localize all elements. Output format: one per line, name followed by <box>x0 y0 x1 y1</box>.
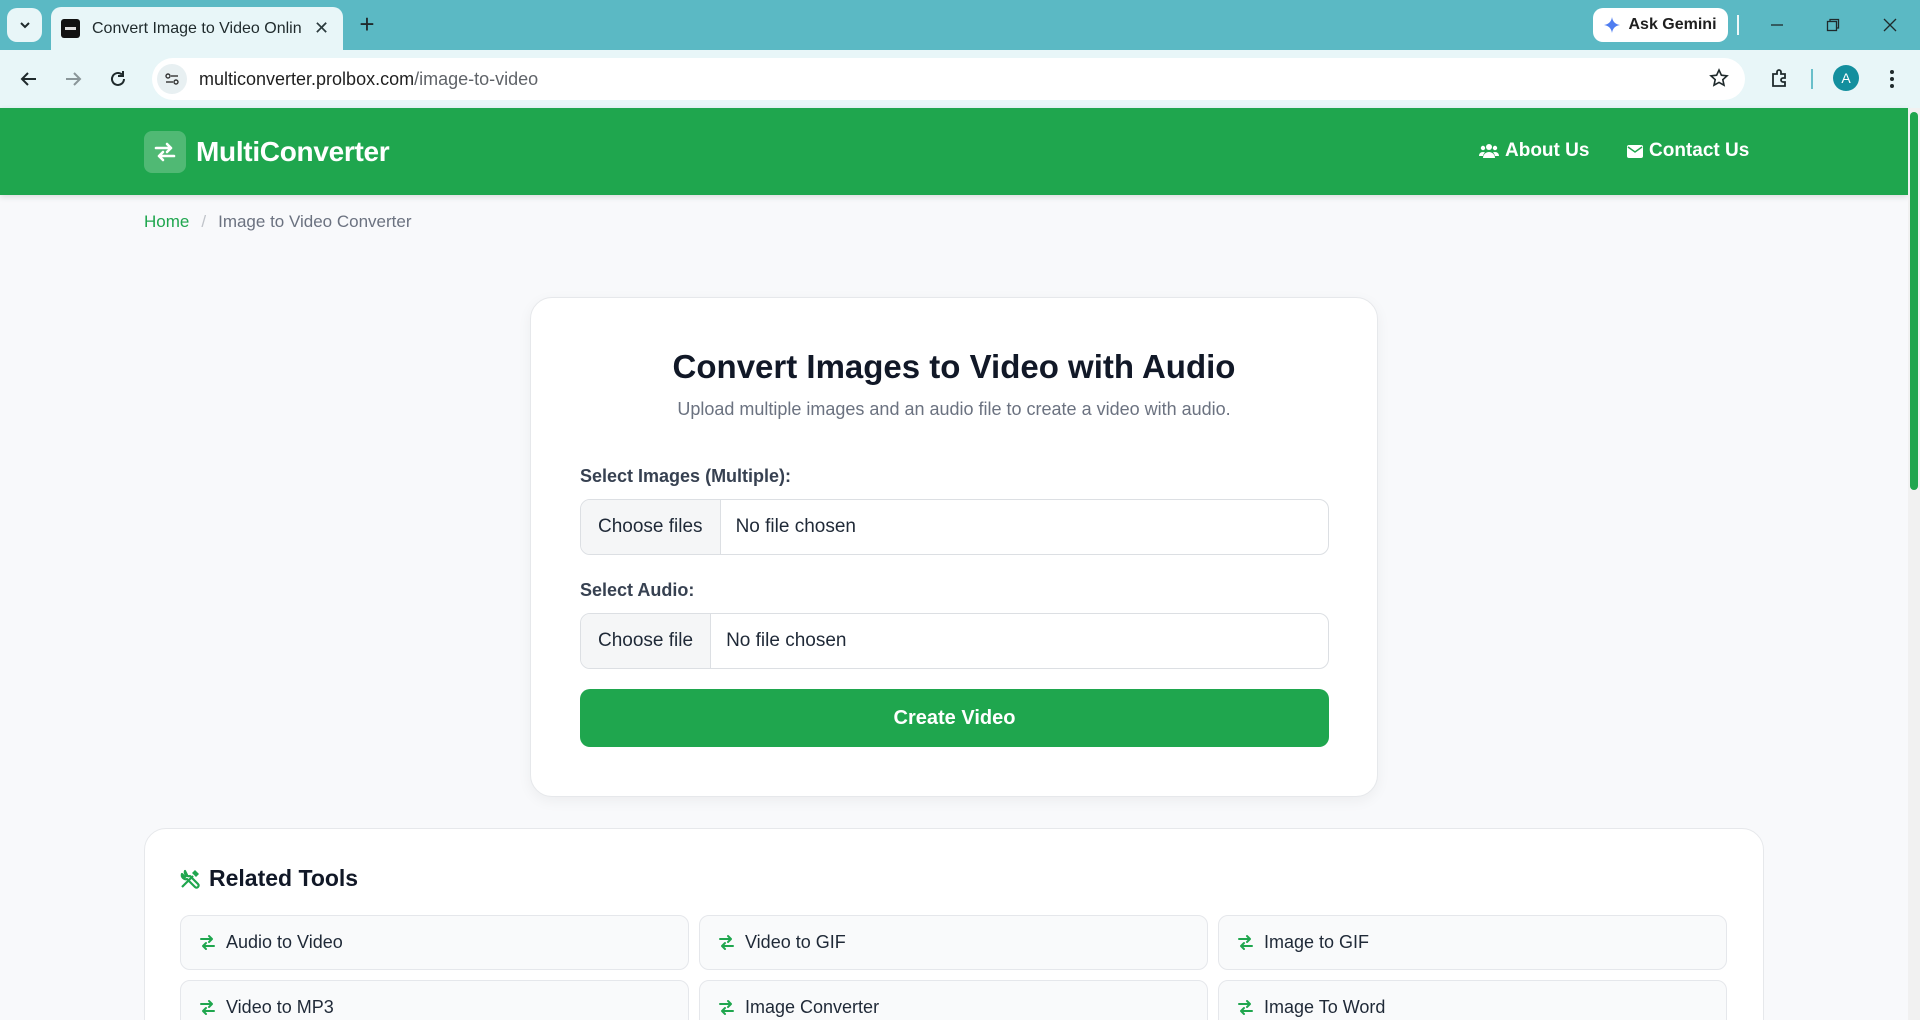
url-path: /image-to-video <box>414 68 539 89</box>
reload-icon <box>111 71 125 86</box>
kebab-menu-icon <box>1890 70 1894 88</box>
close-icon[interactable]: ✕ <box>314 18 329 39</box>
address-bar[interactable]: multiconverter.prolbox.com/image-to-vide… <box>152 58 1745 100</box>
swap-arrows-icon <box>200 1000 215 1015</box>
tool-video-to-mp3[interactable]: Video to MP3 <box>180 980 689 1020</box>
audio-file-input[interactable]: Choose file No file chosen <box>580 613 1329 669</box>
create-video-button[interactable]: Create Video <box>580 689 1329 747</box>
new-tab-button[interactable]: + <box>352 10 382 40</box>
site-logo[interactable]: MultiConverter <box>144 131 390 173</box>
site-header: MultiConverter About Us Contact Us <box>0 108 1908 195</box>
images-field-label: Select Images (Multiple): <box>580 466 792 486</box>
tool-image-to-word[interactable]: Image To Word <box>1218 980 1727 1020</box>
about-us-label: About Us <box>1505 140 1590 161</box>
breadcrumb-current: Image to Video Converter <box>218 212 412 231</box>
converter-subtitle: Upload multiple images and an audio file… <box>677 399 1231 419</box>
breadcrumb-home-link[interactable]: Home <box>144 212 189 232</box>
related-tools-heading: Related Tools <box>179 865 358 892</box>
converter-card: Convert Images to Video with Audio Uploa… <box>530 297 1378 797</box>
logo-text: MultiConverter <box>196 136 390 167</box>
choose-audio-button[interactable]: Choose file <box>581 614 712 668</box>
swap-arrows-icon <box>144 131 186 173</box>
tool-audio-to-video[interactable]: Audio to Video <box>180 915 689 970</box>
browser-menu-button[interactable] <box>1874 61 1910 97</box>
restore-button[interactable] <box>1813 8 1853 42</box>
related-tools-title: Related Tools <box>209 865 359 891</box>
about-us-link[interactable]: About Us <box>1479 140 1589 162</box>
swap-arrows-icon <box>1238 935 1253 950</box>
bookmark-star-icon[interactable] <box>1709 68 1729 93</box>
page-scrollbar-thumb[interactable] <box>1910 112 1918 490</box>
images-file-input[interactable]: Choose files No file chosen <box>580 499 1329 555</box>
choose-images-button[interactable]: Choose files <box>581 500 721 554</box>
close-window-icon <box>1883 18 1897 32</box>
swap-arrows-icon <box>719 1000 734 1015</box>
envelope-icon <box>1627 144 1643 158</box>
arrow-left-icon <box>20 72 36 86</box>
tool-label: Image Converter <box>745 997 880 1017</box>
related-tools-section: Related Tools Audio to Video Video to GI… <box>144 828 1764 1020</box>
minimize-button[interactable] <box>1757 8 1797 42</box>
chevron-down-icon <box>19 22 30 29</box>
toolbar-divider <box>1737 15 1739 35</box>
users-icon <box>1479 144 1499 158</box>
extensions-button[interactable] <box>1762 61 1798 97</box>
tab-title: Convert Image to Video Online <box>92 19 302 37</box>
arrow-right-icon <box>66 72 82 86</box>
url-text: multiconverter.prolbox.com/image-to-vide… <box>199 69 538 90</box>
tab-search-button[interactable] <box>7 8 42 42</box>
tool-image-converter[interactable]: Image Converter <box>699 980 1208 1020</box>
reload-button[interactable] <box>100 61 136 97</box>
forward-button[interactable] <box>55 61 91 97</box>
contact-us-link[interactable]: Contact Us <box>1627 140 1749 162</box>
profile-avatar[interactable]: A <box>1833 65 1859 91</box>
restore-icon <box>1826 18 1840 32</box>
tool-label: Video to GIF <box>745 932 846 952</box>
swap-arrows-icon <box>200 935 215 950</box>
tool-label: Image To Word <box>1264 997 1386 1017</box>
site-info-icon[interactable] <box>157 64 187 94</box>
tool-image-to-gif[interactable]: Image to GIF <box>1218 915 1727 970</box>
url-host: multiconverter.prolbox.com <box>199 68 415 89</box>
site-favicon-icon <box>61 19 80 38</box>
puzzle-icon <box>1772 69 1786 87</box>
ask-gemini-button[interactable]: Ask Gemini <box>1593 8 1728 42</box>
tool-video-to-gif[interactable]: Video to GIF <box>699 915 1208 970</box>
minimize-icon <box>1771 24 1783 26</box>
audio-field-label: Select Audio: <box>580 580 695 600</box>
converter-title: Convert Images to Video with Audio <box>672 348 1236 385</box>
back-button[interactable] <box>11 61 47 97</box>
breadcrumb-separator: / <box>201 212 207 231</box>
swap-arrows-icon <box>719 935 734 950</box>
ask-gemini-label: Ask Gemini <box>1628 16 1717 33</box>
tool-label: Image to GIF <box>1264 932 1370 952</box>
swap-arrows-icon <box>1238 1000 1253 1015</box>
breadcrumb: Home / Image to Video Converter <box>144 212 412 232</box>
tool-label: Video to MP3 <box>226 997 334 1017</box>
contact-us-label: Contact Us <box>1649 140 1750 161</box>
browser-toolbar: multiconverter.prolbox.com/image-to-vide… <box>0 50 1920 108</box>
close-window-button[interactable] <box>1870 8 1910 42</box>
audio-file-status: No file chosen <box>726 630 847 651</box>
tool-label: Audio to Video <box>226 932 343 952</box>
browser-tab-bar: Convert Image to Video Online ✕ + Ask Ge… <box>0 0 1920 50</box>
images-file-status: No file chosen <box>735 516 856 537</box>
browser-tab[interactable]: Convert Image to Video Online ✕ <box>51 7 343 50</box>
toolbar-divider-2 <box>1811 69 1813 89</box>
tools-icon <box>180 869 200 889</box>
gemini-sparkle-icon <box>1604 17 1621 33</box>
